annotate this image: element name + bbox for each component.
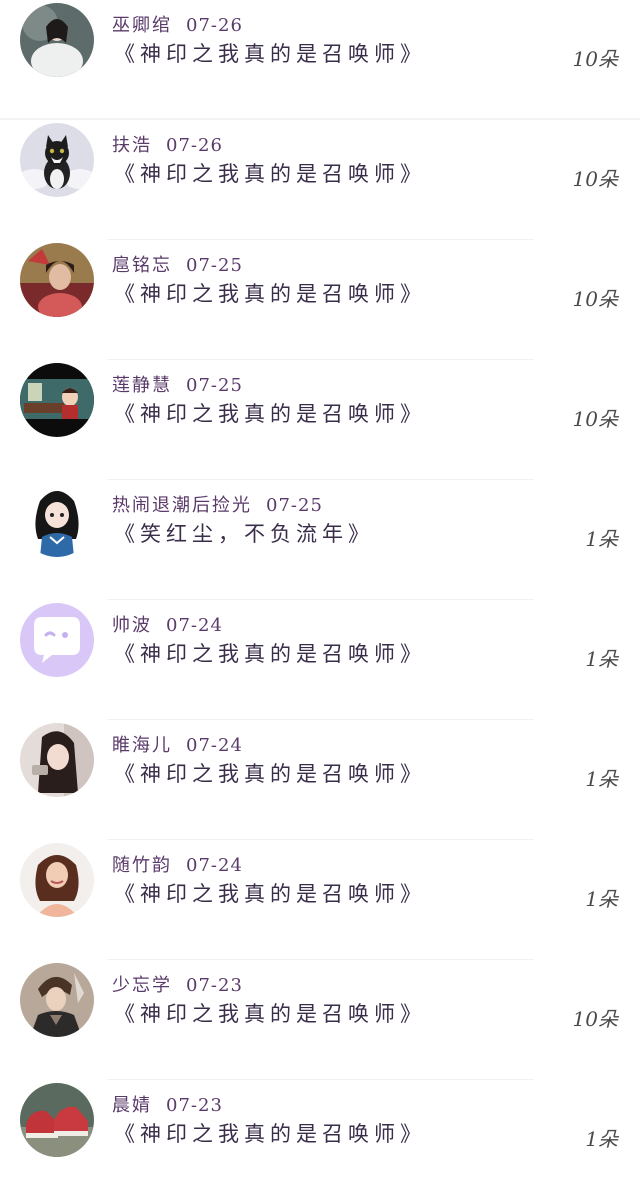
record-meta: 晨婧 07-23 (112, 1091, 223, 1117)
book-title[interactable]: 《神印之我真的是召唤师》 (114, 758, 426, 788)
flower-count: 1朵 (585, 887, 618, 911)
list-item[interactable]: 随竹韵 07-24 《神印之我真的是召唤师》 1朵 (0, 840, 640, 960)
book-title[interactable]: 《神印之我真的是召唤师》 (114, 38, 426, 68)
record-meta: 少忘学 07-23 (112, 971, 243, 997)
list-item[interactable]: 扈铭忘 07-25 《神印之我真的是召唤师》 10朵 (0, 240, 640, 360)
record-meta: 睢海儿 07-24 (112, 731, 243, 757)
book-title[interactable]: 《神印之我真的是召唤师》 (114, 638, 426, 668)
sender-name[interactable]: 睢海儿 (112, 735, 172, 756)
flower-count: 10朵 (572, 407, 618, 431)
flower-count: 1朵 (585, 1127, 618, 1151)
record-meta: 帅波 07-24 (112, 611, 223, 637)
anime-man-avatar[interactable] (20, 963, 94, 1037)
record-date: 07-24 (166, 615, 223, 636)
book-title[interactable]: 《神印之我真的是召唤师》 (114, 998, 426, 1028)
book-title[interactable]: 《神印之我真的是召唤师》 (114, 1118, 426, 1148)
list-item[interactable]: 少忘学 07-23 《神印之我真的是召唤师》 10朵 (0, 960, 640, 1080)
record-meta: 扶浩 07-26 (112, 131, 223, 157)
flower-count: 1朵 (585, 527, 618, 551)
list-item[interactable]: 睢海儿 07-24 《神印之我真的是召唤师》 1朵 (0, 720, 640, 840)
list-item[interactable]: 晨婧 07-23 《神印之我真的是召唤师》 1朵 (0, 1080, 640, 1200)
record-meta: 莲静慧 07-25 (112, 371, 243, 397)
woman-portrait-avatar[interactable] (20, 243, 94, 317)
flower-count: 1朵 (585, 767, 618, 791)
record-date: 07-25 (186, 255, 243, 276)
list-item[interactable]: 莲静慧 07-25 《神印之我真的是召唤师》 10朵 (0, 360, 640, 480)
flower-count: 10朵 (572, 167, 618, 191)
flower-count: 10朵 (572, 47, 618, 71)
cartoon-girl-avatar[interactable] (20, 483, 94, 557)
sender-name[interactable]: 帅波 (112, 615, 152, 636)
sneakers-avatar[interactable] (20, 1083, 94, 1157)
flower-count: 1朵 (585, 647, 618, 671)
record-date: 07-24 (186, 735, 243, 756)
sender-name[interactable]: 扈铭忘 (112, 255, 172, 276)
record-meta: 巫卿绾 07-26 (112, 11, 243, 37)
sender-name[interactable]: 晨婧 (112, 1095, 152, 1116)
book-title[interactable]: 《神印之我真的是召唤师》 (114, 158, 426, 188)
flower-count: 10朵 (572, 287, 618, 311)
record-meta: 热闹退潮后捡光 07-25 (112, 491, 323, 517)
record-date: 07-24 (186, 855, 243, 876)
woman-selfie-avatar[interactable] (20, 723, 94, 797)
list-item[interactable]: 帅波 07-24 《神印之我真的是召唤师》 1朵 (0, 600, 640, 720)
sender-name[interactable]: 巫卿绾 (112, 15, 172, 36)
woman-smiling-avatar[interactable] (20, 843, 94, 917)
record-date: 07-23 (186, 975, 243, 996)
sender-name[interactable]: 少忘学 (112, 975, 172, 996)
record-date: 07-26 (166, 135, 223, 156)
anime-scene-avatar[interactable] (20, 363, 94, 437)
list-item[interactable]: 热闹退潮后捡光 07-25 《笑红尘，不负流年》 1朵 (0, 480, 640, 600)
sender-name[interactable]: 莲静慧 (112, 375, 172, 396)
woman-white-dress-avatar[interactable] (20, 3, 94, 77)
book-title[interactable]: 《神印之我真的是召唤师》 (114, 398, 426, 428)
kitten-avatar[interactable] (20, 123, 94, 197)
book-title[interactable]: 《神印之我真的是召唤师》 (114, 278, 426, 308)
record-date: 07-25 (266, 495, 323, 516)
book-title[interactable]: 《笑红尘，不负流年》 (114, 518, 374, 548)
record-meta: 扈铭忘 07-25 (112, 251, 243, 277)
book-title[interactable]: 《神印之我真的是召唤师》 (114, 878, 426, 908)
record-meta: 随竹韵 07-24 (112, 851, 243, 877)
list-item[interactable]: 巫卿绾 07-26 《神印之我真的是召唤师》 10朵 (0, 0, 640, 120)
flower-count: 10朵 (572, 1007, 618, 1031)
sender-name[interactable]: 随竹韵 (112, 855, 172, 876)
record-date: 07-23 (166, 1095, 223, 1116)
list-item[interactable]: 扶浩 07-26 《神印之我真的是召唤师》 10朵 (0, 120, 640, 240)
sender-name[interactable]: 扶浩 (112, 135, 152, 156)
record-date: 07-26 (186, 15, 243, 36)
gift-record-list: 巫卿绾07-26 《神印之我真的是召唤师》 10朵 扶浩07-26 《神印之 (0, 0, 640, 1200)
record-date: 07-25 (186, 375, 243, 396)
chat-bubble-avatar[interactable] (20, 603, 94, 677)
sender-name[interactable]: 热闹退潮后捡光 (112, 495, 252, 516)
